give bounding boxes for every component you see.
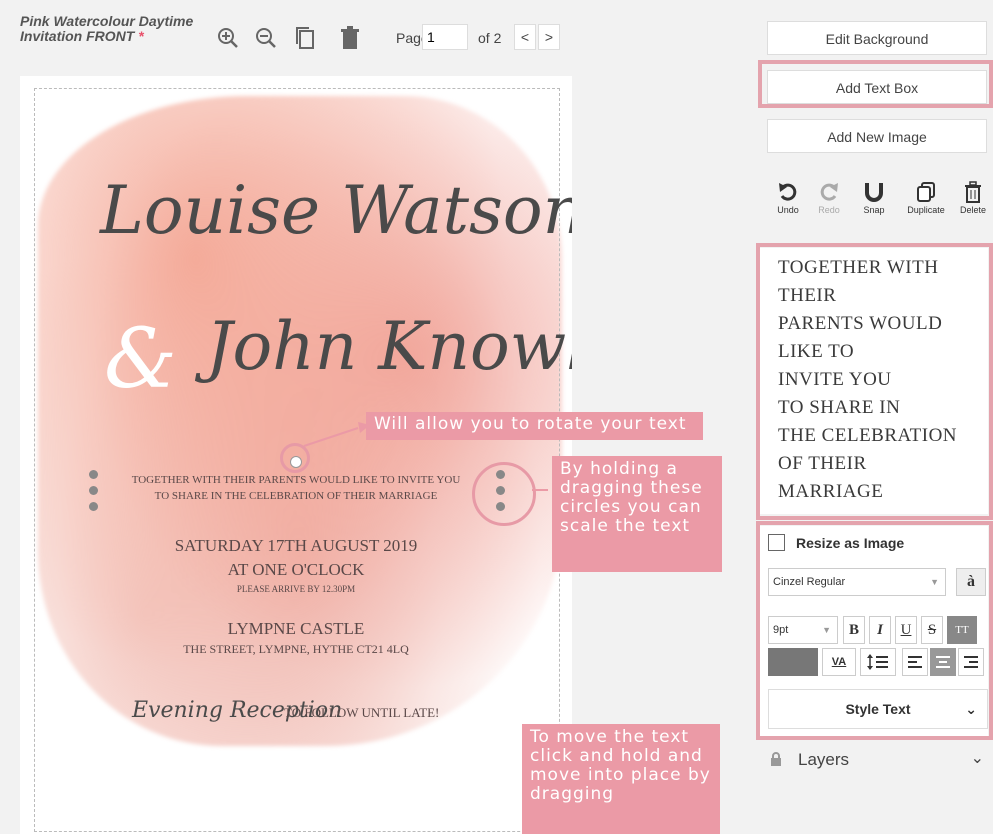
snap-button[interactable]: Snap xyxy=(860,181,888,215)
strikethrough-button[interactable]: S xyxy=(921,616,943,644)
zoom-in-icon[interactable] xyxy=(216,26,240,50)
duplicate-icon xyxy=(917,182,935,202)
add-text-box-button[interactable]: Add Text Box xyxy=(767,70,987,104)
document-title: Pink Watercolour Daytime Invitation FRON… xyxy=(20,13,194,44)
page-count: of 2 xyxy=(478,30,502,46)
next-page-button[interactable]: > xyxy=(538,24,560,50)
prev-page-button[interactable]: < xyxy=(514,24,536,50)
callout-arrows xyxy=(303,422,548,491)
move-callout: To move the text click and hold and move… xyxy=(522,724,720,834)
delete-button[interactable]: Delete xyxy=(956,181,990,215)
add-new-image-button[interactable]: Add New Image xyxy=(767,119,987,153)
text-line: LIKE TO xyxy=(778,341,855,362)
rotate-callout: Will allow you to rotate your text xyxy=(366,412,703,440)
chevron-down-icon: ⌄ xyxy=(970,750,984,767)
resize-as-image-label: Resize as Image xyxy=(796,535,905,551)
edit-background-button[interactable]: Edit Background xyxy=(767,21,987,55)
magnet-icon xyxy=(865,183,883,202)
copy-page-icon[interactable] xyxy=(294,26,316,50)
page-number-input[interactable] xyxy=(422,24,468,50)
italic-button[interactable]: I xyxy=(869,616,891,644)
uppercase-button[interactable]: TT xyxy=(947,616,977,644)
format-panel: Resize as Image Cinzel Regular ▼ à 9pt ▼ B… xyxy=(760,526,988,736)
undo-icon xyxy=(779,183,797,201)
line-height-icon xyxy=(867,654,888,670)
chevron-down-icon: ▼ xyxy=(930,577,939,587)
align-right-button[interactable] xyxy=(958,648,984,676)
align-right-icon xyxy=(964,656,978,668)
layers-toggle[interactable]: Layers ⌄ xyxy=(770,746,988,776)
text-content-editor[interactable]: TOGETHER WITH THEIR PARENTS WOULD LIKE T… xyxy=(760,248,988,514)
text-line: OF THEIR xyxy=(778,453,867,474)
text-line: PARENTS WOULD xyxy=(778,313,943,334)
duplicate-button[interactable]: Duplicate xyxy=(900,181,952,215)
chevron-down-icon: ▼ xyxy=(822,625,831,635)
line-height-button[interactable] xyxy=(860,648,896,676)
resize-as-image-checkbox[interactable] xyxy=(768,534,785,551)
font-select[interactable]: Cinzel Regular ▼ xyxy=(768,568,946,596)
zoom-out-icon[interactable] xyxy=(254,26,278,50)
special-character-button[interactable]: à xyxy=(956,568,986,596)
align-center-icon xyxy=(936,656,950,668)
redo-button[interactable]: Redo xyxy=(815,181,843,215)
text-line: MARRIAGE xyxy=(778,481,884,502)
text-line: TOGETHER WITH xyxy=(778,257,939,278)
font-size-select[interactable]: 9pt ▼ xyxy=(768,616,838,644)
align-center-button[interactable] xyxy=(930,648,956,676)
design-canvas[interactable]: Louise Watson & John Knowle TOGETHER WIT… xyxy=(20,76,572,834)
text-line: THE CELEBRATION xyxy=(778,425,958,446)
text-line: TO SHARE IN xyxy=(778,397,901,418)
text-line: INVITE YOU xyxy=(778,369,892,390)
underline-button[interactable]: U xyxy=(895,616,917,644)
undo-button[interactable]: Undo xyxy=(774,181,802,215)
align-left-icon xyxy=(908,656,922,668)
text-color-swatch[interactable] xyxy=(768,648,818,676)
delete-icon xyxy=(965,181,981,203)
redo-icon xyxy=(820,183,838,201)
letter-spacing-button[interactable]: VA xyxy=(822,648,856,676)
lock-icon xyxy=(771,752,781,766)
align-left-button[interactable] xyxy=(902,648,928,676)
style-text-dropdown[interactable]: Style Text ⌄ xyxy=(768,689,988,729)
trash-icon[interactable] xyxy=(340,26,360,50)
layers-label: Layers xyxy=(798,750,850,769)
scale-callout: By holding a dragging these circles you … xyxy=(552,456,722,572)
bold-button[interactable]: B xyxy=(843,616,865,644)
text-line: THEIR xyxy=(778,285,837,306)
chevron-down-icon: ⌄ xyxy=(965,701,977,717)
